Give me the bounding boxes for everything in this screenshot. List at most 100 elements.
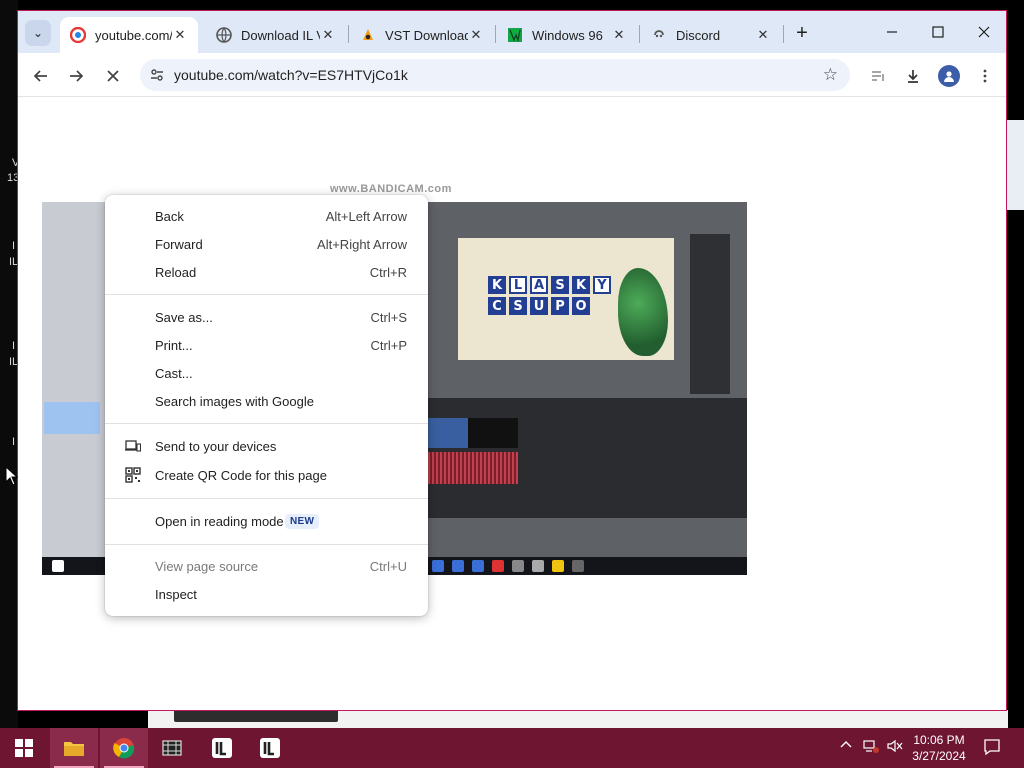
menu-item-label: Send to your devices	[155, 438, 277, 454]
menu-item-shortcut: Ctrl+U	[369, 558, 407, 574]
close-window-button[interactable]	[961, 17, 1007, 47]
tab-discord[interactable]: Discord ✕	[641, 17, 781, 53]
back-button[interactable]	[26, 61, 56, 91]
logo-letter: S	[509, 297, 527, 315]
video-start-icon	[52, 560, 64, 572]
taskbar-file-explorer[interactable]	[50, 728, 98, 768]
audio-meter	[690, 234, 730, 394]
taskbar-video-editor[interactable]	[148, 728, 196, 768]
menu-item-search-images[interactable]: Search images with Google	[105, 387, 428, 415]
media-controls-icon[interactable]	[863, 61, 893, 91]
logo-letter: Y	[593, 276, 611, 294]
menu-item-create-qr[interactable]: Create QR Code for this page	[105, 461, 428, 489]
close-icon[interactable]: ✕	[172, 27, 188, 43]
logo-top-row: K L A S K Y	[488, 276, 611, 294]
minimize-icon	[887, 31, 897, 33]
menu-item-shortcut: Ctrl+R	[369, 264, 407, 280]
tab-windows96[interactable]: Windows 96 ✕	[497, 17, 637, 53]
video-timeline	[428, 398, 747, 518]
video-app-icon	[492, 560, 504, 572]
browser-toolbar: youtube.com/watch?v=ES7HTVjCo1k ☆	[18, 53, 1006, 97]
video-watermark: www.BANDICAM.com	[330, 183, 452, 195]
stop-loading-button[interactable]	[98, 61, 128, 91]
maximize-button[interactable]	[915, 17, 961, 47]
taskbar-fl-studio-1[interactable]	[198, 728, 246, 768]
menu-item-label: Inspect	[155, 586, 197, 602]
menu-item-send-to-devices[interactable]: Send to your devices	[105, 432, 428, 460]
chrome-icon	[113, 738, 135, 759]
logo-letter: K	[572, 276, 590, 294]
menu-item-reload[interactable]: Reload Ctrl+R	[105, 258, 428, 286]
close-icon[interactable]: ✕	[611, 27, 627, 43]
system-clock[interactable]: 10:06 PM 3/27/2024	[908, 732, 970, 764]
stop-icon	[107, 70, 119, 82]
forward-button[interactable]	[61, 61, 91, 91]
menu-item-label: Forward	[155, 236, 203, 252]
address-bar[interactable]: youtube.com/watch?v=ES7HTVjCo1k ☆	[140, 59, 850, 91]
network-icon[interactable]	[862, 738, 880, 757]
start-icon	[15, 739, 33, 757]
taskbar-chrome[interactable]	[100, 728, 148, 768]
close-icon[interactable]: ✕	[468, 27, 484, 43]
menu-item-cast[interactable]: Cast...	[105, 359, 428, 387]
chrome-icon	[216, 27, 232, 43]
video-app-icon	[452, 560, 464, 572]
tab-separator	[639, 25, 640, 43]
menu-separator	[105, 544, 428, 545]
menu-item-reading-mode[interactable]: Open in reading mode NEW	[105, 507, 428, 535]
audio-waveform	[428, 452, 518, 484]
video-clip	[468, 418, 518, 448]
video-app-icon	[472, 560, 484, 572]
windows-taskbar: 10:06 PM 3/27/2024	[0, 728, 1024, 768]
logo-bottom-row: C S U P O	[488, 297, 590, 315]
minimize-button[interactable]	[869, 17, 915, 47]
menu-item-back[interactable]: Back Alt+Left Arrow	[105, 202, 428, 230]
logo-letter: S	[551, 276, 569, 294]
close-icon[interactable]: ✕	[755, 27, 771, 43]
taskbar-fl-studio-2[interactable]	[246, 728, 294, 768]
desktop-label: I	[12, 340, 16, 352]
close-icon	[978, 26, 990, 38]
tab-youtube[interactable]: youtube.com/ ✕	[60, 17, 198, 53]
new-tab-button[interactable]: +	[789, 20, 815, 46]
new-badge: NEW	[285, 514, 320, 529]
logo-letter: C	[488, 297, 506, 315]
menu-item-forward[interactable]: Forward Alt+Right Arrow	[105, 230, 428, 258]
fl-studio-icon	[360, 27, 376, 43]
menu-item-view-source[interactable]: View page source Ctrl+U	[105, 552, 428, 580]
tab-download-il[interactable]: Download IL V ✕	[206, 17, 346, 53]
menu-kebab-icon[interactable]	[970, 61, 1000, 91]
tab-separator	[783, 25, 784, 43]
tab-separator	[348, 25, 349, 43]
tab-search-button[interactable]: ⌄	[25, 20, 51, 46]
menu-item-save-as[interactable]: Save as... Ctrl+S	[105, 303, 428, 331]
video-app-icon	[512, 560, 524, 572]
menu-item-label: Open in reading mode	[155, 513, 284, 529]
profile-avatar-icon[interactable]	[938, 65, 960, 87]
logo-letter: L	[509, 276, 527, 294]
video-app-icon	[552, 560, 564, 572]
fl-studio-icon	[212, 738, 232, 758]
menu-item-shortcut: Alt+Left Arrow	[325, 208, 407, 224]
tab-vst-download[interactable]: VST Download ✕	[350, 17, 494, 53]
arrow-right-icon	[70, 70, 84, 82]
tray-chevron-up-icon[interactable]	[840, 738, 852, 754]
logo-character-graphic	[618, 268, 668, 356]
arrow-left-icon	[33, 70, 47, 82]
tab-title: Windows 96	[532, 27, 603, 43]
tab-strip: ⌄ youtube.com/ ✕ Download IL V ✕ VST Dow…	[18, 11, 1006, 53]
menu-item-label: Cast...	[155, 365, 193, 381]
bookmark-star-icon[interactable]: ☆	[823, 65, 838, 85]
close-icon[interactable]: ✕	[320, 27, 336, 43]
menu-item-inspect[interactable]: Inspect	[105, 580, 428, 608]
menu-item-label: View page source	[155, 558, 259, 574]
site-settings-icon[interactable]	[140, 67, 174, 83]
menu-item-label: Create QR Code for this page	[155, 467, 327, 483]
volume-muted-icon[interactable]	[886, 738, 904, 757]
notification-icon[interactable]	[983, 738, 1001, 759]
start-button[interactable]	[0, 728, 48, 768]
menu-item-print[interactable]: Print... Ctrl+P	[105, 331, 428, 359]
video-editor-selection	[44, 402, 100, 434]
download-icon[interactable]	[898, 61, 928, 91]
tab-title: VST Download	[385, 27, 468, 43]
